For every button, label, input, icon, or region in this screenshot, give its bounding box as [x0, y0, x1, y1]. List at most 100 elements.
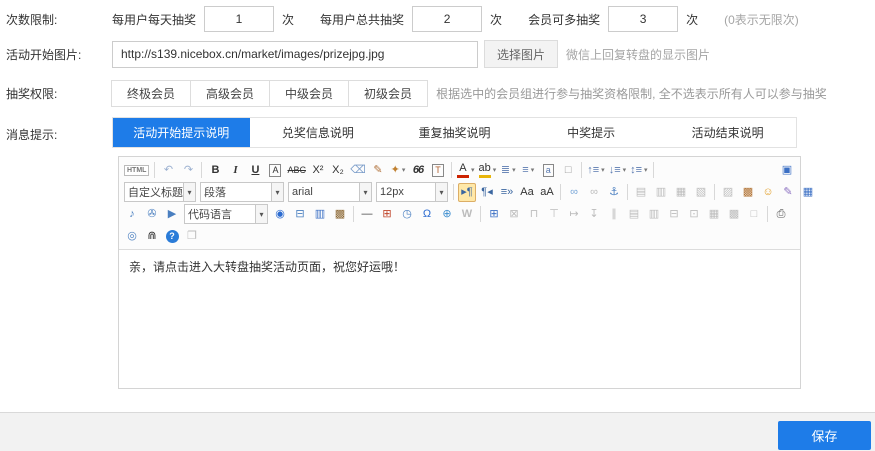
- custom-title-select[interactable]: 自定义标题▾: [124, 182, 196, 202]
- message-tab[interactable]: 中奖提示: [523, 118, 660, 147]
- search-replace-button[interactable]: ⋒: [143, 227, 161, 246]
- insert-map-button[interactable]: ⊕: [438, 205, 456, 224]
- member-group-button[interactable]: 中级会员: [269, 80, 349, 107]
- table-background-button[interactable]: □: [745, 205, 763, 224]
- italic-button[interactable]: I: [226, 161, 244, 180]
- insert-column-button[interactable]: ▥: [645, 205, 663, 224]
- message-tab[interactable]: 活动结束说明: [659, 118, 796, 147]
- horizontal-rule-button[interactable]: —: [358, 205, 376, 224]
- paragraph-spacing-bottom-button[interactable]: ↓≡▾: [608, 161, 627, 180]
- merge-cells-right-button[interactable]: ↦: [565, 205, 583, 224]
- insert-code-button[interactable]: ◉: [271, 205, 289, 224]
- print-button[interactable]: ⎙: [772, 205, 790, 224]
- upload-image-button[interactable]: ▩: [739, 183, 757, 202]
- insert-row-button[interactable]: ▤: [625, 205, 643, 224]
- to-lowercase-button[interactable]: aA: [538, 183, 556, 202]
- paste-button[interactable]: ❐: [183, 227, 201, 246]
- merge-cells-down-icon: ↧: [589, 209, 598, 220]
- member-group-button[interactable]: 终极会员: [111, 80, 191, 107]
- limit-count-input[interactable]: [412, 6, 482, 32]
- subscript-button[interactable]: X₂: [329, 161, 347, 180]
- unlink-button[interactable]: ∞: [585, 183, 603, 202]
- image-align-center-button[interactable]: ▦: [672, 183, 690, 202]
- strikethrough-button[interactable]: ABC: [286, 161, 307, 180]
- undo-button[interactable]: ↶: [159, 161, 177, 180]
- paragraph-select[interactable]: 段落▾: [200, 182, 284, 202]
- limit-count-input[interactable]: [608, 6, 678, 32]
- merge-cells-down-button[interactable]: ↧: [585, 205, 603, 224]
- insert-flash-button[interactable]: ▶: [163, 205, 181, 224]
- preview-button[interactable]: ◎: [123, 227, 141, 246]
- insert-date-button[interactable]: ⊞: [378, 205, 396, 224]
- unlink-icon: ∞: [590, 187, 598, 198]
- remove-format-button[interactable]: ⌫: [349, 161, 367, 180]
- toolbar-row: ◎⋒?❐: [122, 225, 797, 247]
- image-align-left-button[interactable]: ▤: [632, 183, 650, 202]
- bold-button[interactable]: B: [206, 161, 224, 180]
- select-all-icon: a: [543, 164, 554, 177]
- paragraph-spacing-top-button[interactable]: ↑≡▾: [586, 161, 605, 180]
- first-line-indent-button[interactable]: ≡»: [498, 183, 516, 202]
- split-cell-button[interactable]: ∥: [605, 205, 623, 224]
- select-all-button[interactable]: a: [539, 161, 557, 180]
- split-cells-button[interactable]: ▩: [725, 205, 743, 224]
- scrawl-button[interactable]: ✎: [779, 183, 797, 202]
- format-brush-button[interactable]: ✎: [369, 161, 387, 180]
- underline-button[interactable]: U: [246, 161, 264, 180]
- superscript-icon: X²: [312, 165, 323, 176]
- delete-column-button[interactable]: ⊡: [685, 205, 703, 224]
- image-align-right-button[interactable]: ▧: [692, 183, 710, 202]
- help-button[interactable]: ?: [163, 227, 181, 246]
- image-align-inline-button[interactable]: ▥: [652, 183, 670, 202]
- member-group-button[interactable]: 高级会员: [190, 80, 270, 107]
- direction-rtl-button[interactable]: ¶◂: [478, 183, 496, 202]
- font-family-select[interactable]: arial▾: [288, 182, 372, 202]
- insert-audio-button[interactable]: ♪: [123, 205, 141, 224]
- insert-video-button[interactable]: ▦: [799, 183, 817, 202]
- word-image-button[interactable]: W: [458, 205, 476, 224]
- delete-table-button[interactable]: ⊠: [505, 205, 523, 224]
- code-language-select[interactable]: 代码语言▾: [184, 204, 268, 224]
- redo-button[interactable]: ↷: [179, 161, 197, 180]
- insert-time-button[interactable]: ◷: [398, 205, 416, 224]
- anchor-button[interactable]: ⚓: [605, 183, 623, 202]
- paste-plain-text-button[interactable]: T: [429, 161, 447, 180]
- member-group-button[interactable]: 初级会员: [348, 80, 428, 107]
- superscript-button[interactable]: X²: [309, 161, 327, 180]
- fullscreen-button[interactable]: ▣: [778, 161, 796, 180]
- insert-image-button[interactable]: ▨: [719, 183, 737, 202]
- merge-cells-button[interactable]: ▦: [705, 205, 723, 224]
- to-uppercase-button[interactable]: Aa: [518, 183, 536, 202]
- table-title-row-button[interactable]: ⊤: [545, 205, 563, 224]
- new-page-button[interactable]: □: [559, 161, 577, 180]
- save-button[interactable]: 保存: [778, 421, 871, 450]
- delete-row-button[interactable]: ⊟: [665, 205, 683, 224]
- template-button[interactable]: ▩: [331, 205, 349, 224]
- page-break-button[interactable]: ⊟: [291, 205, 309, 224]
- message-tab[interactable]: 兑奖信息说明: [250, 118, 387, 147]
- image-url-input[interactable]: [112, 41, 478, 68]
- attachment-button[interactable]: ✇: [143, 205, 161, 224]
- auto-typeset-button[interactable]: ✦▾: [389, 161, 407, 180]
- insert-table-button[interactable]: ⊞: [485, 205, 503, 224]
- emoticon-button[interactable]: ☺: [759, 183, 777, 202]
- line-height-button[interactable]: ↕≡▾: [629, 161, 648, 180]
- editor-content[interactable]: 亲，请点击进入大转盘抽奖活动页面，祝您好运哦！: [119, 250, 800, 388]
- limit-count-input[interactable]: [204, 6, 274, 32]
- message-tab[interactable]: 活动开始提示说明: [113, 118, 250, 147]
- ordered-list-button[interactable]: ≣▾: [499, 161, 517, 180]
- choose-image-button[interactable]: 选择图片: [484, 40, 558, 68]
- message-tab[interactable]: 重复抽奖说明: [386, 118, 523, 147]
- insert-link-button[interactable]: ∞: [565, 183, 583, 202]
- unordered-list-button[interactable]: ≡▾: [519, 161, 537, 180]
- background-color-button[interactable]: ab▾: [477, 161, 497, 180]
- direction-ltr-button[interactable]: ▸¶: [458, 183, 476, 202]
- table-caption-button[interactable]: ⊓: [525, 205, 543, 224]
- special-characters-button[interactable]: Ω: [418, 205, 436, 224]
- font-size-select[interactable]: 12px▾: [376, 182, 448, 202]
- font-border-button[interactable]: A: [266, 161, 284, 180]
- font-color-button[interactable]: A▾: [456, 161, 476, 180]
- blockquote-button[interactable]: 66: [409, 161, 427, 180]
- html-source-button[interactable]: HTML: [123, 161, 150, 180]
- insert-columns-button[interactable]: ▥: [311, 205, 329, 224]
